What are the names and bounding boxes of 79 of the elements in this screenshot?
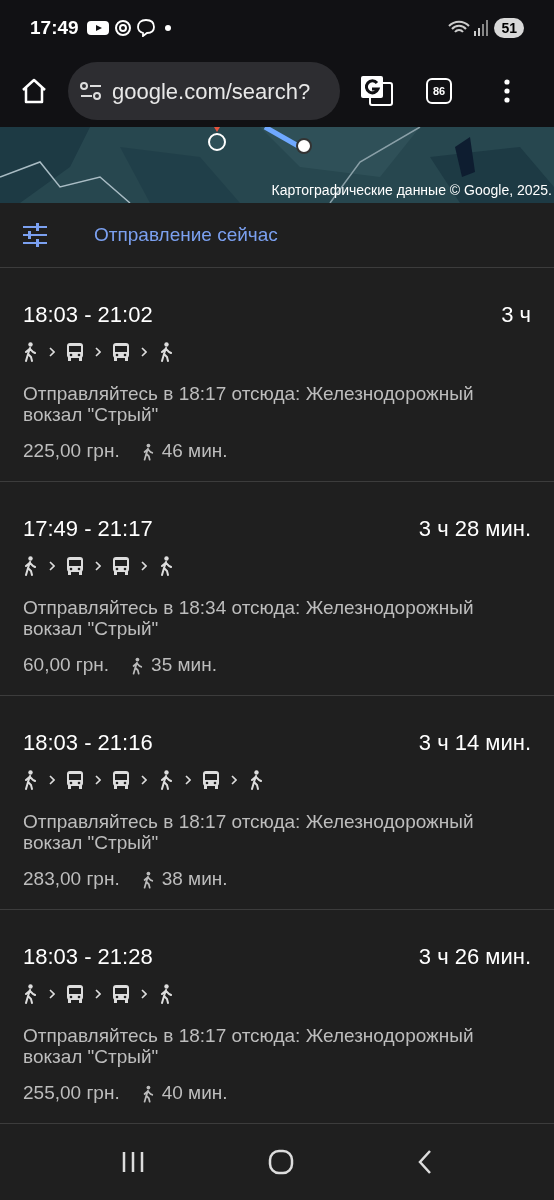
route-duration: 3 ч — [501, 301, 531, 330]
walking-person-icon — [141, 442, 154, 461]
route-times: 18:03 - 21:28 — [23, 943, 153, 972]
route-option[interactable]: 17:49 - 21:17 3 ч 28 мин. Отправляйтесь в 18:34 отсюда: Железнодорожный вокзал "Стрый" 60,00 грн. 35 мин. — [0, 482, 554, 697]
bus-icon — [113, 343, 129, 362]
filter-sliders-icon[interactable] — [22, 222, 48, 249]
dot-icon — [164, 24, 171, 31]
chevron-icon — [95, 347, 101, 358]
address-bar[interactable]: google.com/search? — [68, 62, 340, 121]
walking-person-icon — [159, 770, 173, 791]
chevron-icon — [231, 775, 237, 786]
signal-icon — [474, 19, 489, 36]
route-price: 255,00 грн. — [23, 1081, 120, 1106]
walking-time: 35 мин. — [151, 653, 217, 678]
walking-person-icon — [23, 556, 37, 577]
chevron-icon — [141, 775, 147, 786]
walking-person-icon — [159, 556, 173, 577]
chevron-icon — [49, 775, 55, 786]
route-option[interactable]: 18:03 - 21:16 3 ч 14 мин. Отправляйтесь в 18:17 отсюда: Железнодорожный вокзал "Стрый" 283,00 грн. 38 мин. — [0, 696, 554, 911]
back-icon[interactable] — [416, 1149, 433, 1176]
url-text: google.com/search? — [112, 77, 311, 106]
departure-filter-link[interactable]: Отправление сейчас — [94, 220, 278, 250]
walking-person-icon — [159, 984, 173, 1005]
chevron-icon — [49, 561, 55, 572]
walking-person-icon — [141, 1084, 154, 1103]
walking-time: 46 мин. — [161, 439, 228, 464]
bus-icon — [113, 557, 129, 576]
bus-icon — [203, 771, 219, 790]
route-option[interactable]: 18:03 - 21:02 3 ч Отправляйтесь в 18:17 отсюда: Железнодорожный вокзал "Стрый" 225,00 грн. 46 мин. — [0, 268, 554, 483]
bus-icon — [113, 771, 129, 790]
chevron-icon — [49, 347, 55, 358]
route-times: 18:03 - 21:16 — [23, 729, 153, 758]
chat-app-icon — [136, 18, 155, 37]
walking-person-icon — [159, 342, 173, 363]
tab-switcher-button[interactable]: 86 — [426, 78, 452, 105]
chevron-icon — [95, 989, 101, 1000]
walking-time: 38 мин. — [161, 867, 228, 892]
departure-info: Отправляйтесь в 18:17 отсюда: Железнодорожный вокзал "Стрый" — [23, 383, 475, 426]
translate-icon[interactable] — [360, 75, 394, 108]
route-price: 225,00 грн. — [23, 439, 120, 464]
chevron-icon — [141, 989, 147, 1000]
route-times: 17:49 - 21:17 — [23, 515, 153, 544]
route-duration: 3 ч 14 мин. — [418, 729, 531, 758]
bus-icon — [67, 771, 83, 790]
chevron-icon — [49, 989, 55, 1000]
route-duration: 3 ч 28 мин. — [418, 515, 531, 544]
walking-person-icon — [249, 770, 263, 791]
walking-time: 40 мин. — [161, 1081, 228, 1106]
home-icon[interactable] — [20, 77, 48, 106]
route-price: 283,00 грн. — [23, 867, 120, 892]
walking-person-icon — [141, 870, 154, 889]
route-times: 18:03 - 21:02 — [23, 301, 153, 330]
departure-info: Отправляйтесь в 18:17 отсюда: Железнодорожный вокзал "Стрый" — [23, 811, 475, 854]
chevron-icon — [141, 347, 147, 358]
route-duration: 3 ч 26 мин. — [418, 943, 531, 972]
battery-level: 51 — [494, 17, 524, 38]
recent-apps-icon[interactable] — [121, 1151, 146, 1174]
route-price: 60,00 грн. — [23, 653, 110, 678]
walking-person-icon — [131, 656, 144, 675]
browser-app-icon — [114, 19, 131, 36]
bus-icon — [113, 985, 129, 1004]
home-button-icon[interactable] — [268, 1149, 294, 1176]
walking-person-icon — [23, 984, 37, 1005]
chevron-icon — [185, 775, 191, 786]
status-time: 17:49 — [30, 15, 79, 40]
bus-icon — [67, 985, 83, 1004]
chevron-icon — [95, 775, 101, 786]
bus-icon — [67, 557, 83, 576]
video-app-icon — [86, 19, 109, 36]
walking-person-icon — [23, 342, 37, 363]
menu-icon[interactable] — [504, 79, 510, 104]
map-attribution: Картографические данные © Google, 2025. — [271, 180, 552, 200]
bus-icon — [67, 343, 83, 362]
site-settings-icon[interactable] — [80, 82, 102, 101]
chevron-icon — [95, 561, 101, 572]
departure-info: Отправляйтесь в 18:17 отсюда: Железнодорожный вокзал "Стрый" — [23, 1025, 475, 1068]
chevron-icon — [141, 561, 147, 572]
departure-info: Отправляйтесь в 18:34 отсюда: Железнодорожный вокзал "Стрый" — [23, 597, 475, 640]
walking-person-icon — [23, 770, 37, 791]
